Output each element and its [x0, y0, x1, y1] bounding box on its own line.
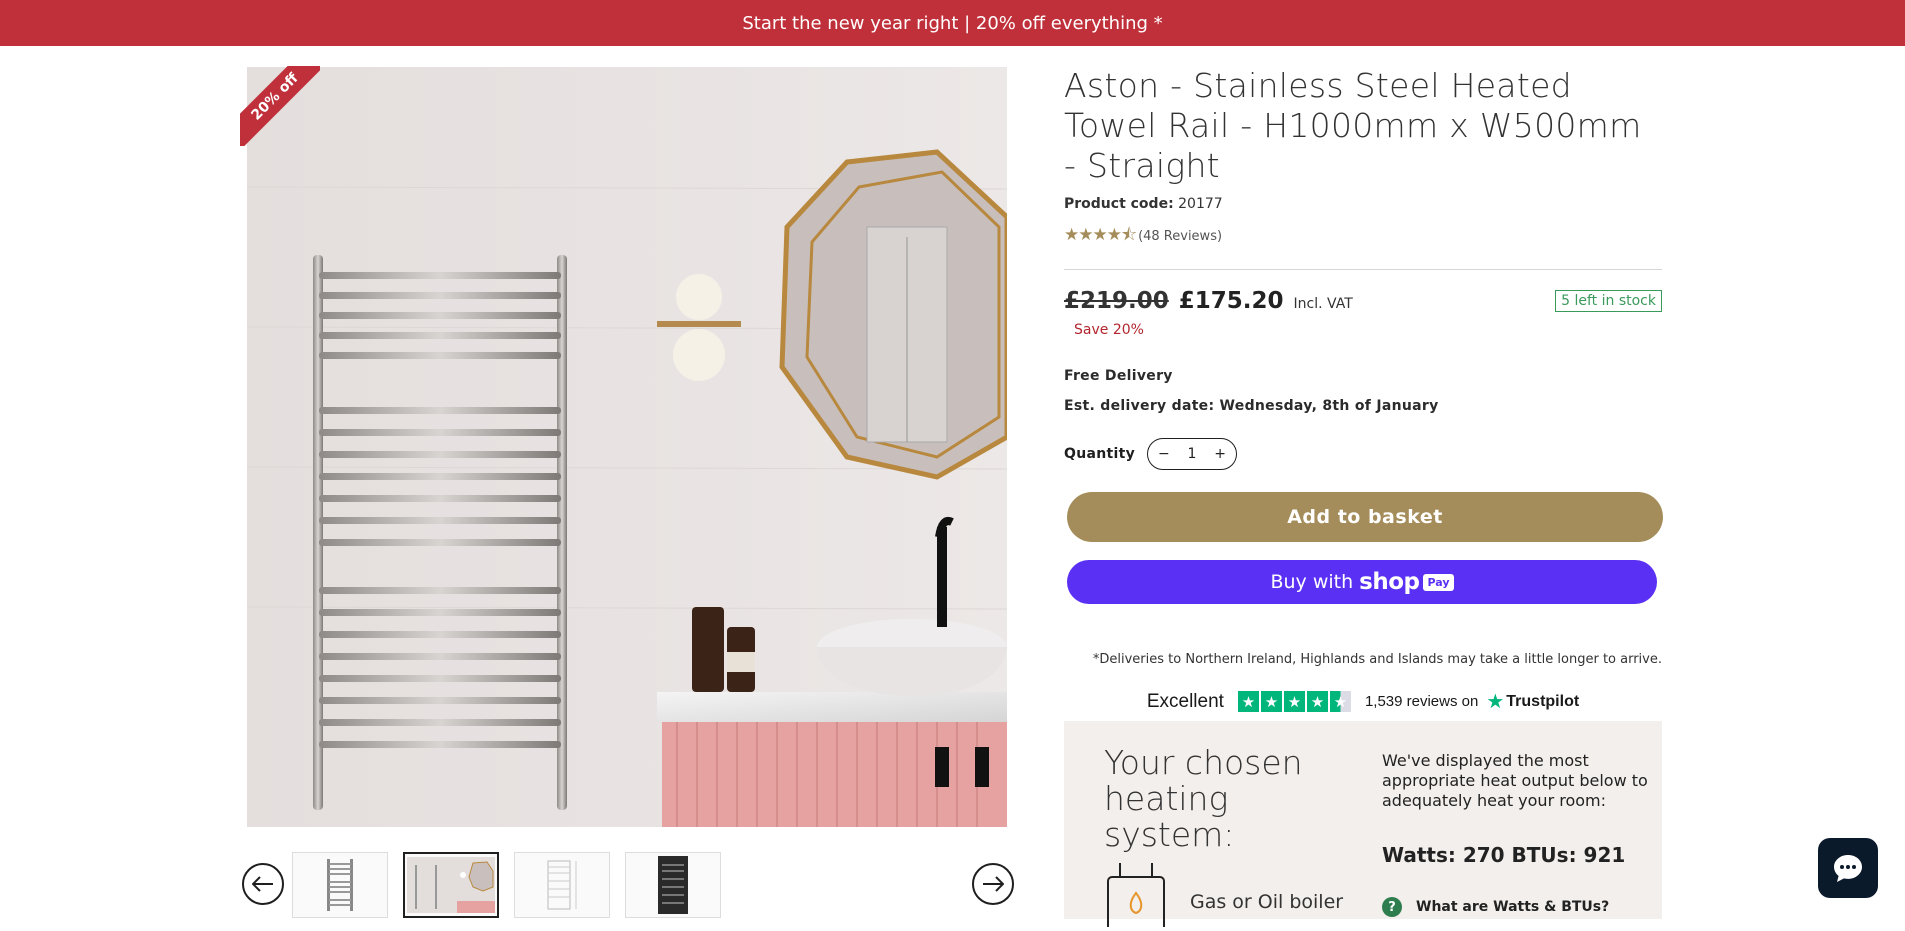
boiler-icon — [1104, 857, 1168, 931]
thumbnail-1[interactable] — [292, 852, 388, 918]
discount-badge: 20% off — [240, 66, 320, 146]
trustpilot-rating-word: Excellent — [1146, 690, 1224, 712]
quantity-stepper: − 1 + — [1147, 438, 1237, 470]
thumbnail-4[interactable] — [625, 852, 721, 918]
next-image-button[interactable] — [972, 863, 1014, 905]
save-label: Save 20% — [1074, 322, 1144, 338]
quantity-label: Quantity — [1064, 446, 1135, 462]
thumbnail-3[interactable] — [514, 852, 610, 918]
shop-pay-button[interactable]: Buy with shop Pay — [1067, 560, 1657, 604]
product-info: Aston - Stainless Steel Heated Towel Rai… — [1064, 66, 1663, 714]
review-count[interactable]: (48 Reviews) — [1138, 229, 1222, 244]
product-code-value: 20177 — [1178, 196, 1223, 212]
product-title: Aston - Stainless Steel Heated Towel Rai… — [1064, 66, 1642, 185]
trustpilot-stars-icon: ★ ★ ★ ★ ★ — [1237, 691, 1353, 712]
heating-system-type[interactable]: Gas or Oil boiler — [1190, 891, 1343, 913]
vat-label: Incl. VAT — [1293, 296, 1353, 312]
quantity-row: Quantity − 1 + — [1064, 438, 1662, 470]
chat-icon — [1834, 855, 1862, 882]
divider — [1064, 269, 1662, 270]
rating-stars-icon: ★★★★⯪ — [1064, 225, 1137, 245]
delivery-note: *Deliveries to Northern Ireland, Highlan… — [1092, 652, 1662, 667]
help-link-label: What are Watts & BTUs? — [1416, 899, 1610, 915]
product-main-image[interactable] — [247, 67, 1007, 827]
stock-badge: 5 left in stock — [1555, 290, 1662, 312]
question-icon: ? — [1382, 897, 1402, 917]
trustpilot-logo: Trustpilot — [1506, 692, 1580, 710]
announcement-bar: Start the new year right | 20% off every… — [0, 0, 1905, 46]
free-delivery-label: Free Delivery — [1064, 368, 1173, 384]
add-to-basket-button[interactable]: Add to basket — [1067, 492, 1663, 542]
heating-description: We've displayed the most appropriate hea… — [1382, 751, 1648, 810]
chat-button[interactable] — [1818, 838, 1878, 898]
thumbnail-strip — [240, 848, 1014, 919]
increase-quantity-button[interactable]: + — [1214, 446, 1226, 462]
product-code: Product code: 20177 — [1064, 196, 1662, 212]
product-code-label: Product code: — [1064, 196, 1174, 212]
shop-pay-tag: Pay — [1423, 573, 1454, 591]
heating-system-panel: Your chosen heating system: We've displa… — [1064, 721, 1662, 931]
prev-image-button[interactable] — [242, 863, 284, 905]
decrease-quantity-button[interactable]: − — [1158, 446, 1170, 462]
product-rating[interactable]: ★★★★⯪ (48 Reviews) — [1064, 222, 1662, 251]
current-price: £175.20 — [1178, 288, 1284, 314]
delivery-estimate: Est. delivery date: Wednesday, 8th of Ja… — [1064, 398, 1439, 414]
buy-with-label: Buy with — [1270, 571, 1354, 593]
heating-title: Your chosen heating system: — [1104, 743, 1303, 854]
trustpilot-star-icon: ★ — [1486, 691, 1505, 713]
shop-logo: shop — [1359, 569, 1420, 595]
price-row: £219.00 £175.20 Incl. VAT 5 left in stoc… — [1064, 288, 1662, 318]
discount-ribbon: 20% off — [240, 66, 320, 146]
trustpilot-review-count: 1,539 reviews on — [1364, 693, 1479, 710]
arrow-right-icon — [983, 876, 1004, 892]
heat-output: Watts: 270 BTUs: 921 — [1382, 843, 1626, 867]
thumbnail-2[interactable] — [403, 852, 499, 918]
watts-btus-help-link[interactable]: ? What are Watts & BTUs? — [1382, 897, 1609, 917]
arrow-left-icon — [252, 876, 273, 892]
announcement-text: Start the new year right | 20% off every… — [742, 12, 1163, 34]
old-price: £219.00 — [1064, 288, 1169, 314]
trustpilot-widget[interactable]: Excellent ★ ★ ★ ★ ★ 1,539 reviews on ★ Trust… — [1064, 689, 1662, 714]
quantity-input[interactable]: 1 — [1188, 446, 1197, 462]
